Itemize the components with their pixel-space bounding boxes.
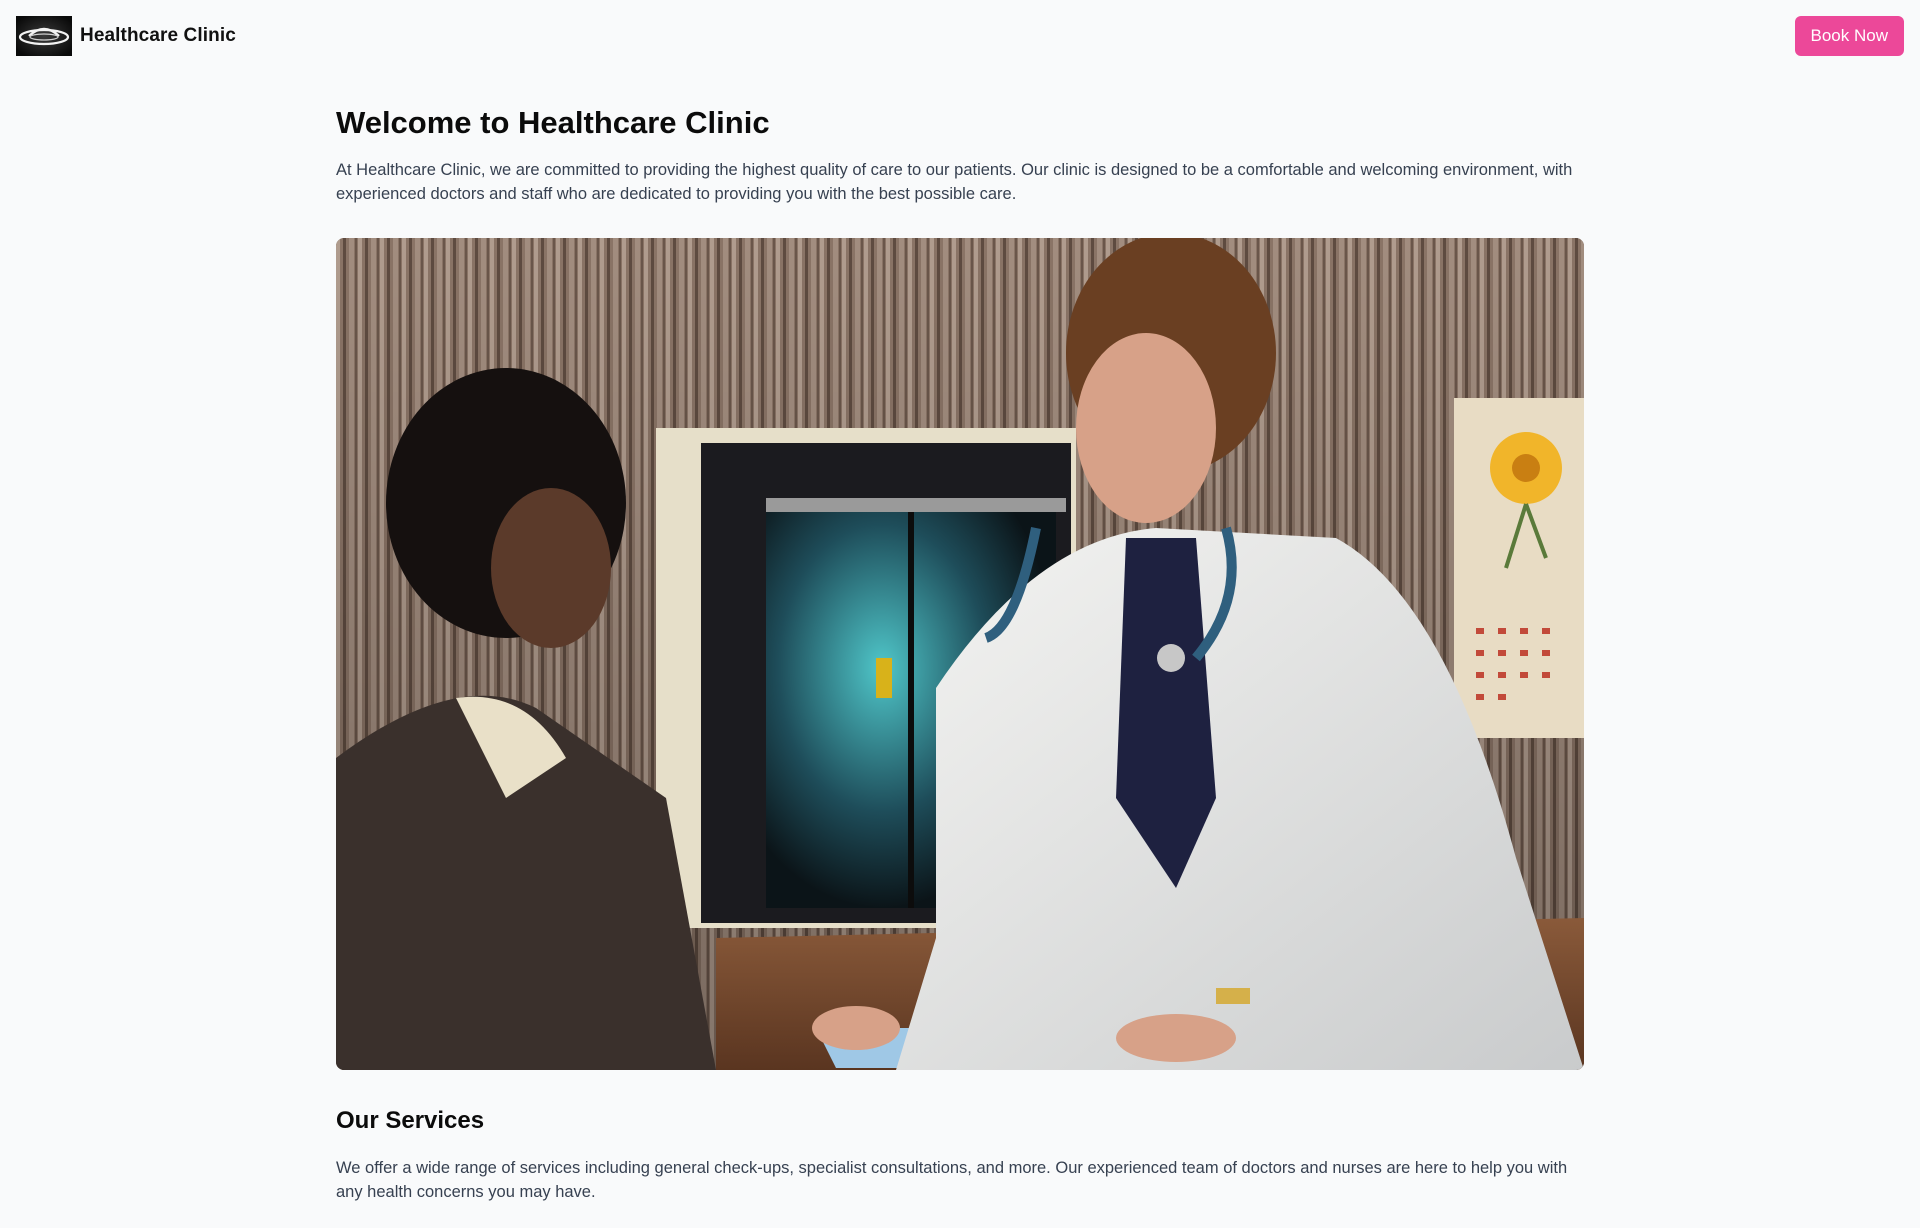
page-title: Welcome to Healthcare Clinic [336,105,770,140]
main-content: Welcome to Healthcare Clinic At Healthca… [336,104,1584,1204]
clinic-logo-icon [16,16,72,56]
brand-name: Healthcare Clinic [80,25,236,46]
book-now-button[interactable]: Book Now [1794,16,1904,56]
services-heading: Our Services [336,1107,485,1134]
top-navigation-bar: Healthcare Clinic Book Now [0,0,1920,72]
hero-image [336,238,1584,1070]
services-paragraph: We offer a wide range of services includ… [336,1159,1568,1201]
brand[interactable]: Healthcare Clinic [16,16,236,56]
intro-paragraph: At Healthcare Clinic, we are committed t… [336,161,1573,203]
